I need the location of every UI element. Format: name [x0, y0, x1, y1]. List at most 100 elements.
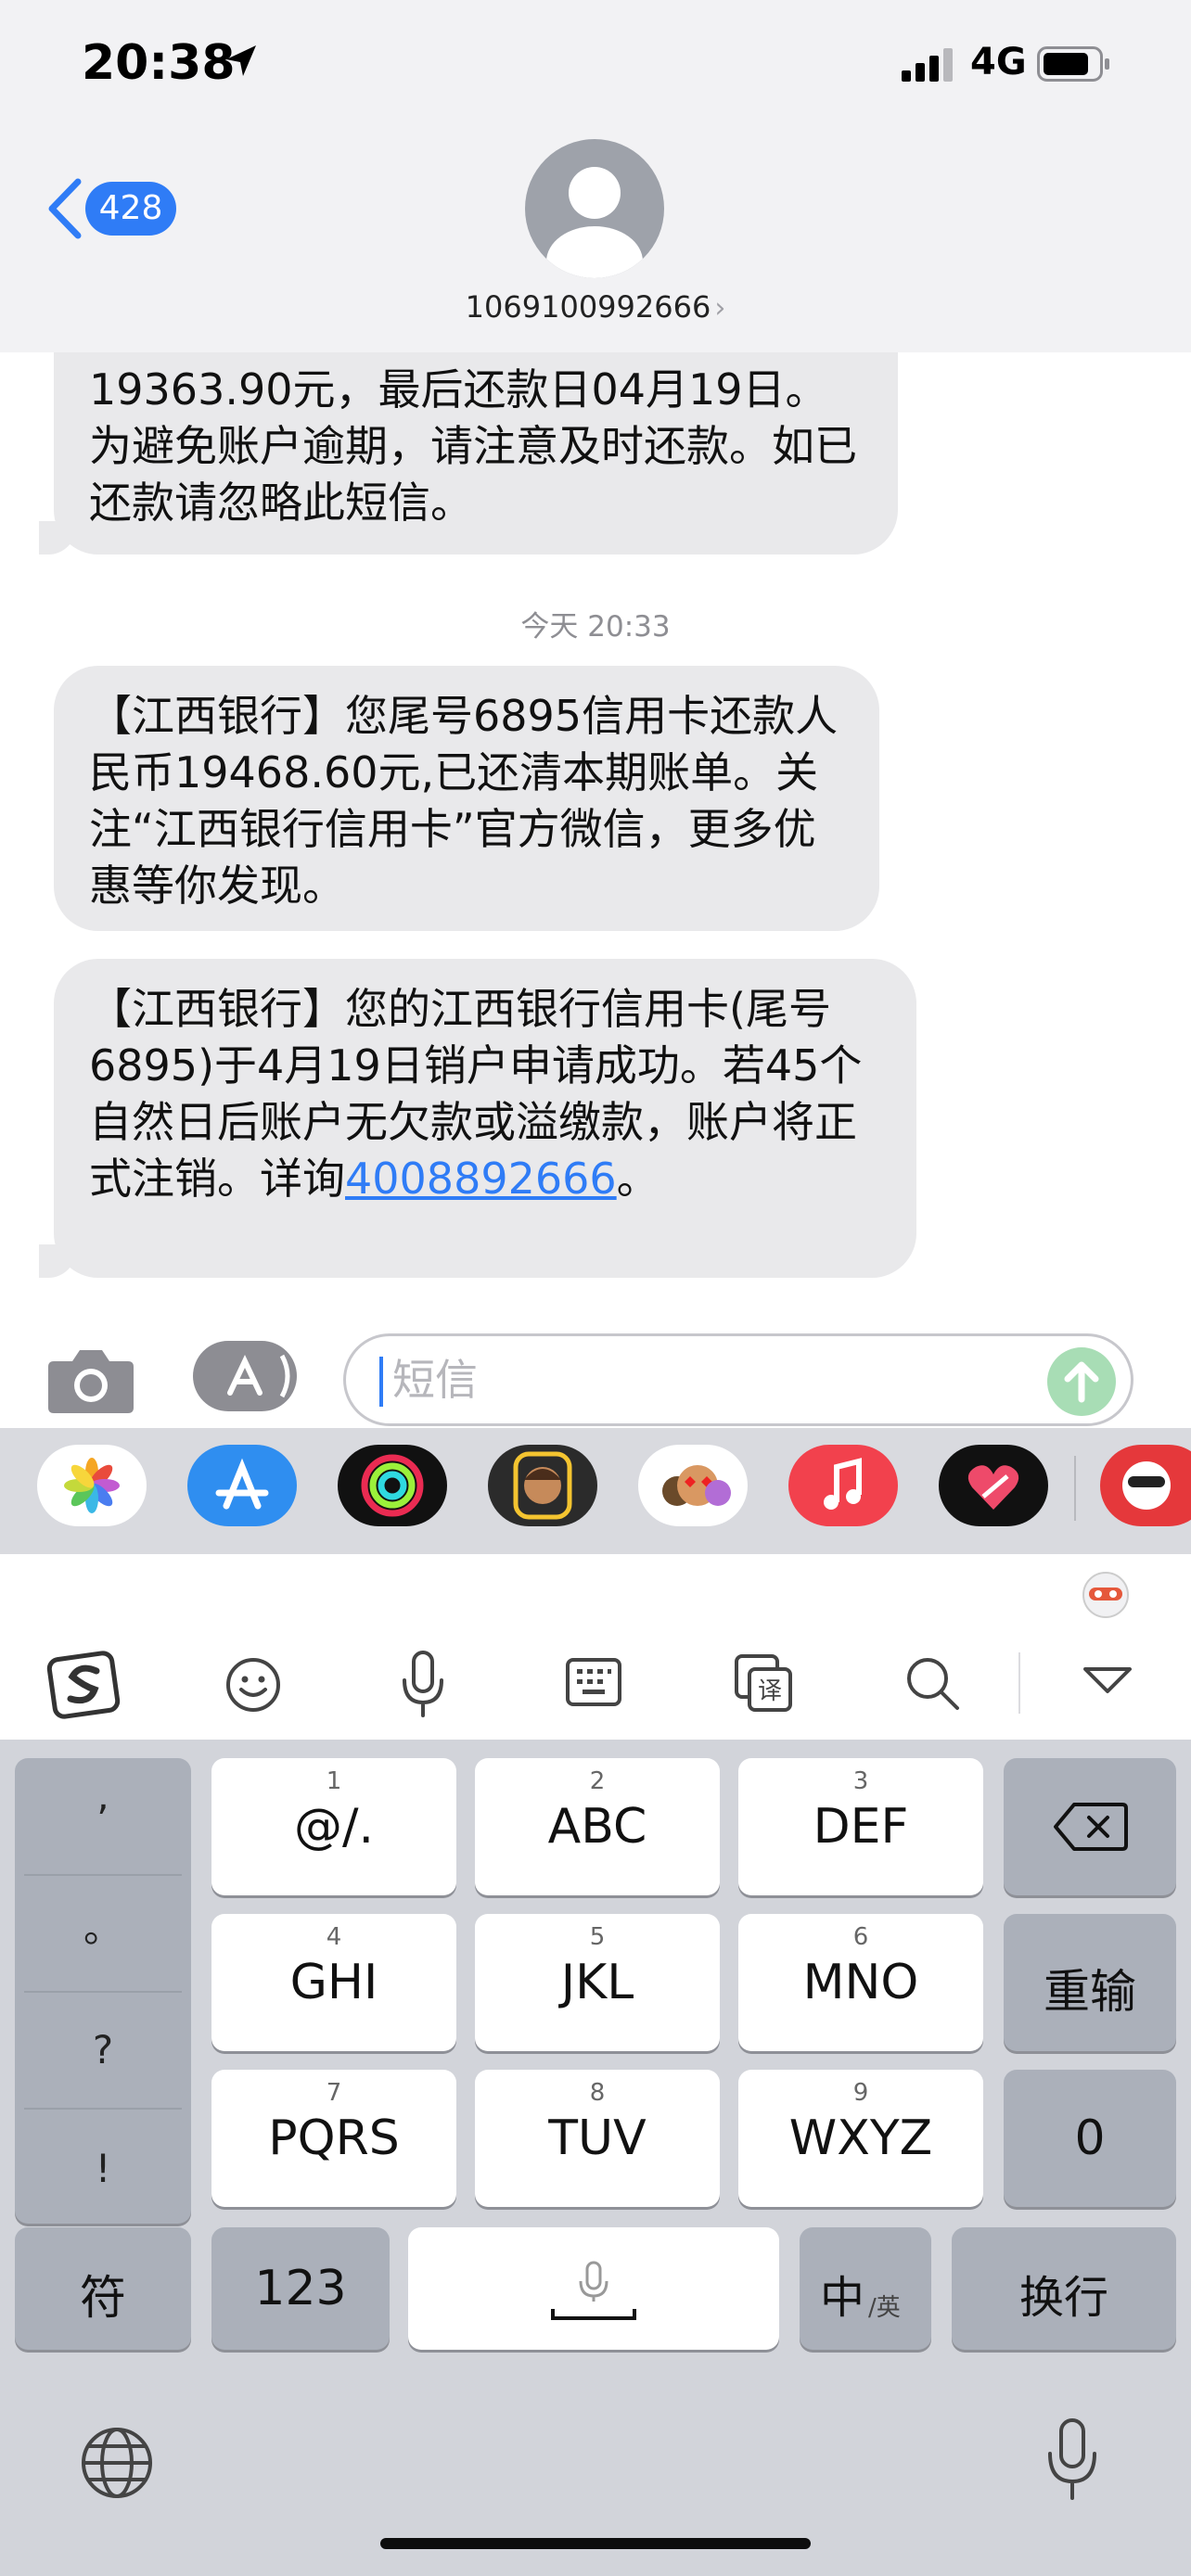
sogou-logo-icon[interactable] [46, 1649, 124, 1721]
key-0[interactable]: 0 [1004, 2070, 1176, 2207]
photos-app-icon[interactable] [37, 1445, 147, 1526]
memoji-app-icon[interactable] [488, 1445, 597, 1526]
punct-separator [24, 1991, 182, 1993]
activity-app-icon[interactable] [338, 1445, 447, 1526]
key-label: ABC [547, 1799, 647, 1855]
music-app-icon[interactable] [788, 1445, 898, 1526]
message-text: 【江西银行】您尾号6895信用卡还款人民币19468.60元,已还清本期账单。关… [89, 691, 839, 911]
key-number: 5 [589, 1923, 606, 1951]
space-key[interactable] [408, 2227, 779, 2350]
toolbar-divider [1018, 1652, 1020, 1714]
key-label: GHI [289, 1955, 378, 2010]
key-number: 1 [326, 1767, 342, 1795]
lang-main-label: 中 [820, 2272, 865, 2324]
ime-candidate-bar [0, 1554, 1191, 1629]
key-5[interactable]: 5 JKL [475, 1914, 720, 2051]
phone-number-link[interactable]: 4008892666 [345, 1154, 617, 1204]
microphone-icon[interactable] [395, 1649, 451, 1721]
search-icon[interactable] [902, 1652, 965, 1715]
punct-question[interactable]: ? [15, 2027, 191, 2072]
key-label: JKL [560, 1955, 634, 2010]
punctuation-column[interactable]: , 。 ? ! [15, 1758, 191, 2224]
key-3[interactable]: 3 DEF [738, 1758, 983, 1895]
contact-number: 1069100992666 [465, 289, 711, 325]
delete-backspace-icon [1054, 1803, 1128, 1851]
imessage-app-drawer[interactable] [0, 1428, 1191, 1554]
reenter-key[interactable]: 重输 [1004, 1914, 1176, 2051]
contact-avatar[interactable] [525, 139, 664, 278]
message-input[interactable]: 短信 [343, 1333, 1133, 1426]
numbers-key[interactable]: 123 [211, 2227, 390, 2350]
location-arrow-icon [226, 45, 256, 76]
t9-keyboard: , 。 ? ! 1 @/. 2 ABC 3 DEF 4 GHI 5 JKL 6 MNO 重输… [0, 1740, 1191, 2576]
translate-icon[interactable]: 译 [731, 1651, 796, 1715]
sogou-mascot-app-icon[interactable] [1100, 1445, 1191, 1526]
key-label: MNO [802, 1955, 919, 2010]
key-label: DEF [813, 1799, 909, 1855]
key-label: @/. [293, 1799, 375, 1855]
collapse-keyboard-icon[interactable] [1082, 1662, 1133, 1699]
message-bubble[interactable]: 19363.90元，最后还款日04月19日。为避免账户逾期，请注意及时还款。如已… [54, 352, 898, 555]
keyboard-layout-icon[interactable] [564, 1654, 623, 1712]
svg-text:译: 译 [758, 1677, 782, 1705]
network-type: 4G [970, 41, 1027, 83]
app-store-app-icon[interactable] [187, 1445, 297, 1526]
lang-sub-label: /英 [868, 2294, 901, 2322]
send-button[interactable] [1047, 1347, 1116, 1416]
punct-exclaim[interactable]: ! [15, 2146, 191, 2191]
drawer-divider [1074, 1456, 1076, 1521]
key-1[interactable]: 1 @/. [211, 1758, 456, 1895]
return-key[interactable]: 换行 [952, 2227, 1176, 2350]
key-number: 6 [852, 1923, 869, 1951]
message-timestamp: 今天 20:33 [520, 610, 671, 644]
emoji-icon[interactable] [223, 1654, 284, 1715]
app-store-button[interactable] [193, 1341, 297, 1411]
delete-key[interactable] [1004, 1758, 1176, 1895]
key-9[interactable]: 9 WXYZ [738, 2070, 983, 2207]
key-label: 重输 [1044, 1965, 1136, 2019]
symbols-key[interactable]: 符 [15, 2227, 191, 2350]
punct-separator [24, 1874, 182, 1876]
key-8[interactable]: 8 TUV [475, 2070, 720, 2207]
message-bubble[interactable]: 【江西银行】您尾号6895信用卡还款人民币19468.60元,已还清本期账单。关… [54, 666, 879, 931]
key-2[interactable]: 2 ABC [475, 1758, 720, 1895]
globe-icon[interactable] [80, 2426, 154, 2500]
text-cursor [379, 1357, 383, 1407]
contact-name[interactable]: 1069100992666 › [0, 289, 1191, 325]
key-label: TUV [548, 2111, 647, 2166]
key-label: 符 [80, 2271, 126, 2325]
memoji-stickers-app-icon[interactable] [638, 1445, 748, 1526]
message-bubble[interactable]: 【江西银行】您的江西银行信用卡(尾号6895)于4月19日销户申请成功。若45个… [54, 959, 916, 1278]
key-7[interactable]: 7 PQRS [211, 2070, 456, 2207]
key-number: 4 [326, 1923, 342, 1951]
compose-bar: 短信 [0, 1307, 1191, 1428]
key-4[interactable]: 4 GHI [211, 1914, 456, 2051]
message-thread[interactable]: 19363.90元，最后还款日04月19日。为避免账户逾期，请注意及时还款。如已… [0, 352, 1191, 1317]
key-6[interactable]: 6 MNO [738, 1914, 983, 2051]
bubble-tail [39, 1244, 76, 1278]
battery-icon [1037, 46, 1109, 82]
punct-period[interactable]: 。 [15, 1897, 191, 1954]
punct-comma[interactable]: , [15, 1773, 191, 1818]
message-text-end: 。 [616, 1154, 660, 1204]
person-silhouette-icon [546, 167, 643, 278]
key-label: 0 [1074, 2111, 1106, 2166]
status-bar: 20:38 4G [0, 0, 1191, 130]
message-input-placeholder: 短信 [392, 1355, 478, 1405]
home-indicator[interactable] [380, 2538, 811, 2549]
space-mic-icon [551, 2261, 636, 2320]
bubble-tail [39, 521, 76, 555]
camera-icon[interactable] [46, 1345, 135, 1415]
ime-toolbar: 译 [0, 1628, 1191, 1740]
key-number: 2 [589, 1767, 606, 1795]
chevron-right-icon: › [714, 292, 726, 325]
key-label: WXYZ [788, 2111, 933, 2166]
punct-separator [24, 2108, 182, 2110]
digital-touch-heart-app-icon[interactable] [939, 1445, 1048, 1526]
sogou-mascot-icon[interactable] [1076, 1565, 1135, 1621]
language-switch-key[interactable]: 中 /英 [800, 2227, 931, 2350]
key-label: 换行 [1018, 2272, 1108, 2324]
dictation-microphone-icon[interactable] [1044, 2417, 1100, 2506]
unread-count-badge[interactable]: 428 [85, 182, 176, 236]
send-arrow-icon [1064, 1361, 1099, 1403]
